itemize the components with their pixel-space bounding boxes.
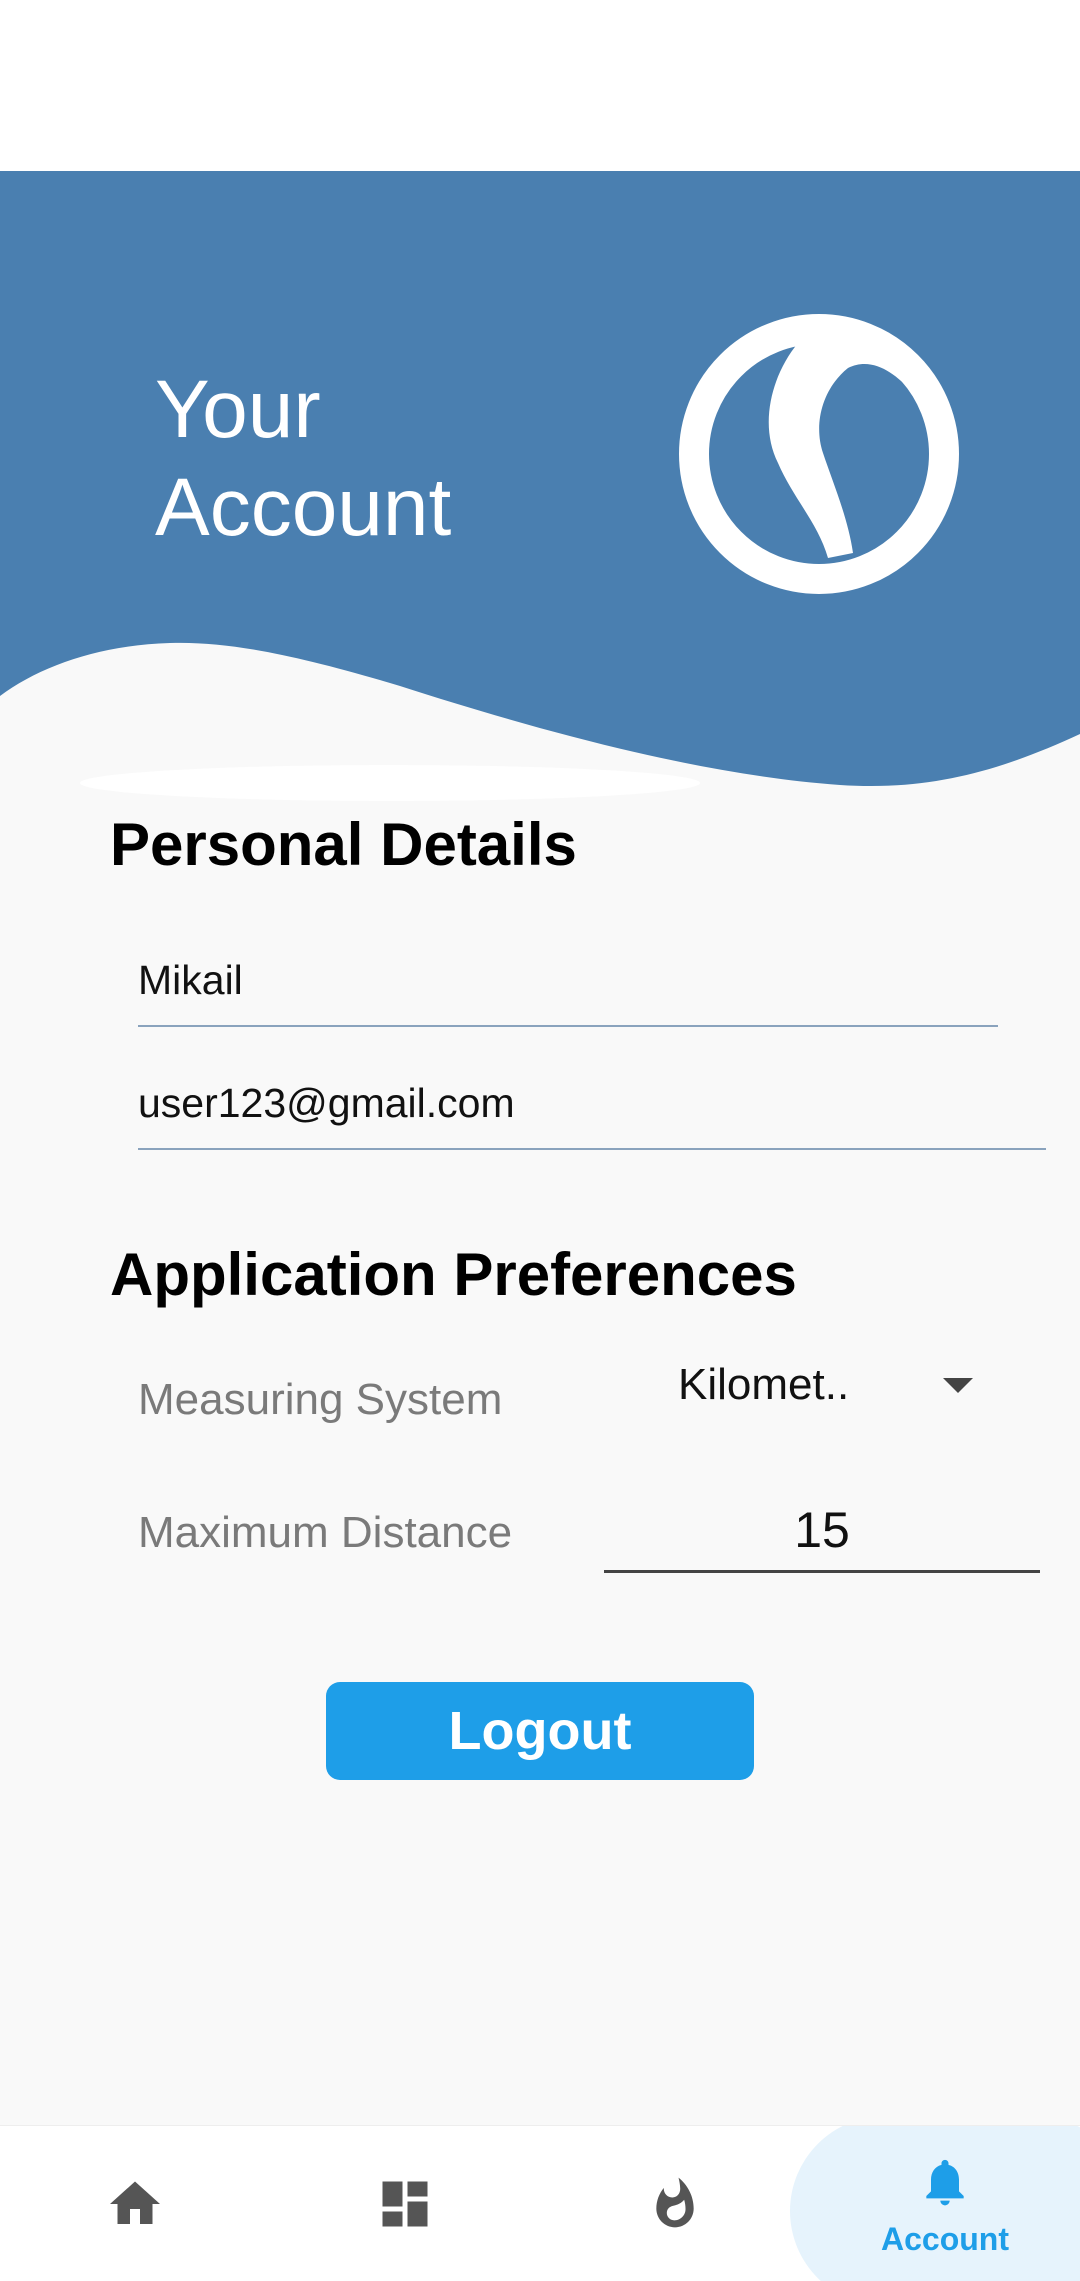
dashboard-icon: [382, 2181, 428, 2226]
nav-account[interactable]: Account: [810, 2126, 1080, 2281]
email-input[interactable]: [138, 1058, 1046, 1148]
application-preferences-heading: Application Preferences: [110, 1241, 797, 1308]
name-input[interactable]: [138, 935, 998, 1025]
bell-icon: [926, 2159, 964, 2206]
page-title-line2: Account: [155, 462, 452, 553]
measuring-system-label: Measuring System: [138, 1375, 503, 1424]
measuring-system-value: Kilomet..: [678, 1360, 850, 1409]
maximum-distance-label: Maximum Distance: [138, 1508, 513, 1557]
nav-activity[interactable]: [540, 2126, 810, 2281]
chevron-down-icon: [943, 1377, 973, 1393]
maximum-distance-field[interactable]: [604, 1490, 1040, 1573]
page-title-line1: Your: [155, 364, 321, 455]
personal-details-heading: Personal Details: [110, 811, 577, 878]
email-field[interactable]: [138, 1058, 1046, 1150]
nav-account-label: Account: [881, 2221, 1009, 2257]
bottom-navigation: Account: [0, 2125, 1080, 2281]
name-field[interactable]: [138, 935, 998, 1027]
status-bar: [0, 0, 1080, 171]
nav-home[interactable]: [0, 2126, 270, 2281]
app-logo: [679, 314, 959, 594]
maximum-distance-input[interactable]: [604, 1490, 1040, 1570]
page-title: Your Account: [155, 361, 451, 557]
measuring-system-dropdown[interactable]: Kilomet..: [678, 1345, 983, 1425]
logout-button[interactable]: Logout: [326, 1682, 754, 1780]
nav-dashboard[interactable]: [270, 2126, 540, 2281]
fire-icon: [656, 2177, 694, 2227]
account-header: Your Account: [0, 171, 1080, 811]
home-icon: [110, 2181, 160, 2224]
